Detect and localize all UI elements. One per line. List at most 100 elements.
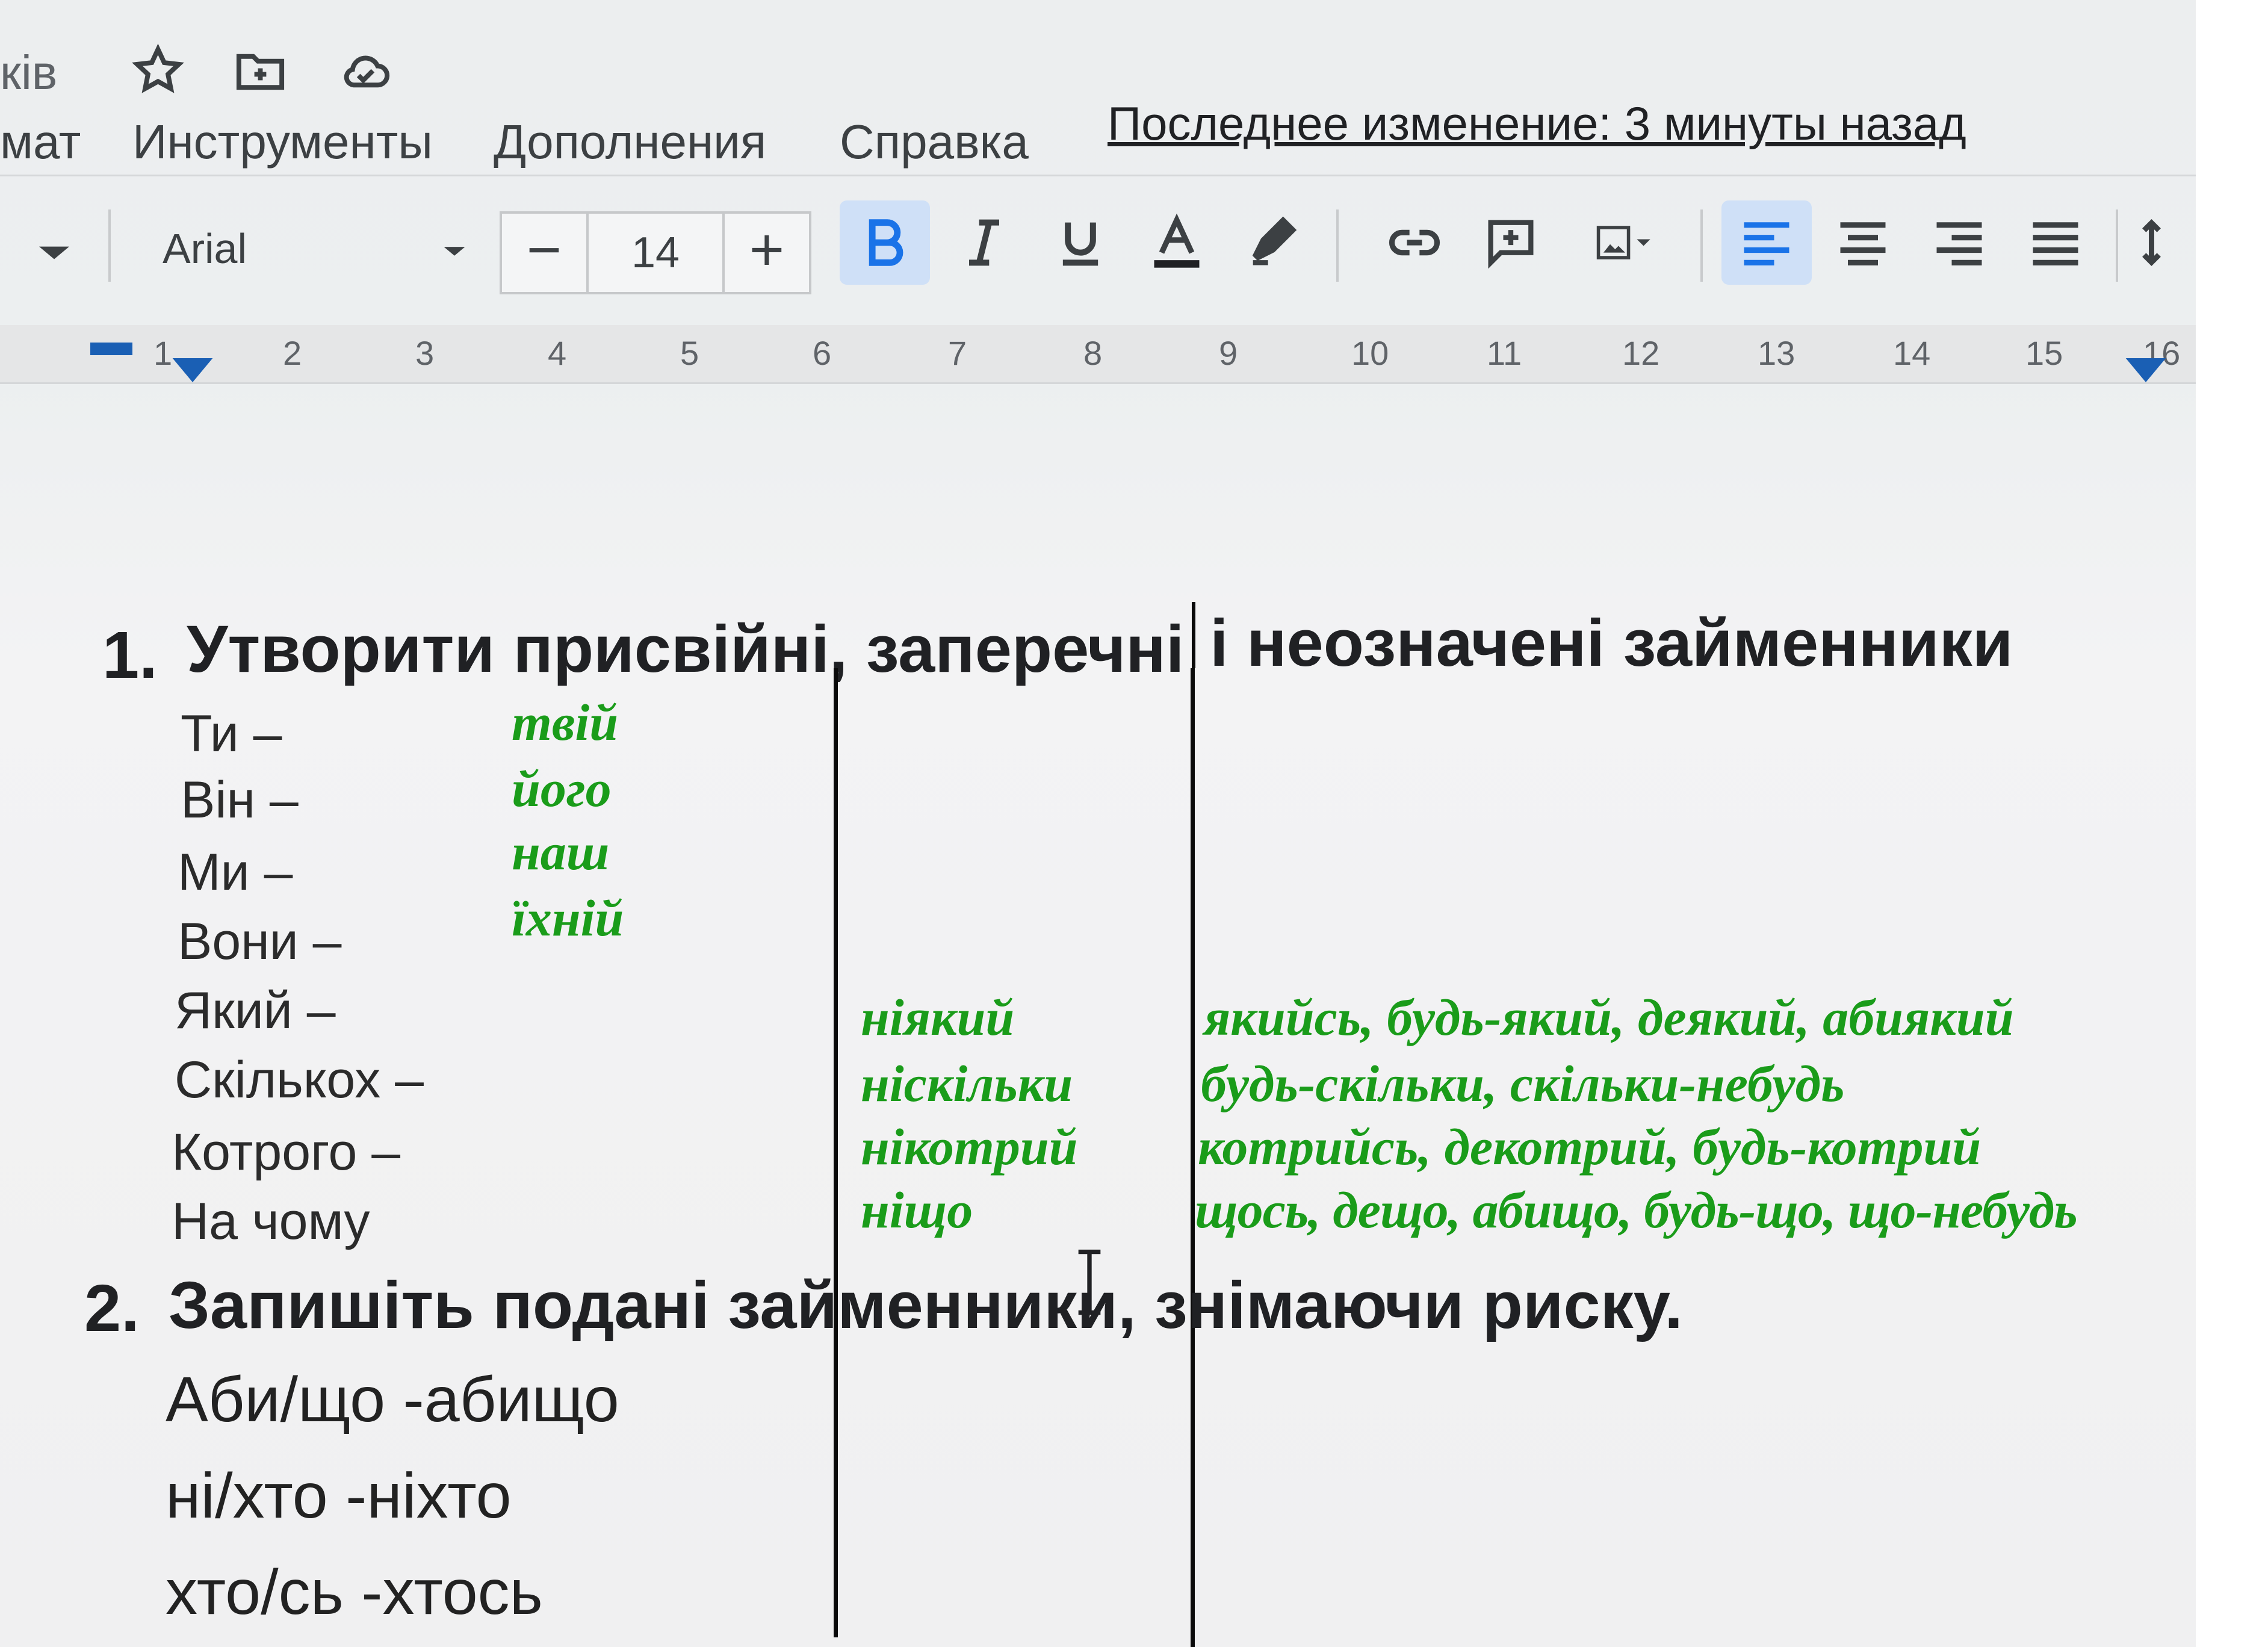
toolbar: Arial − 14 +: [0, 175, 2196, 315]
ruler-number: 3: [415, 334, 435, 372]
ruler-number: 7: [948, 334, 967, 372]
link-icon: [1389, 229, 1440, 256]
indefinite-answer: якийсь, будь-який, деякий, абиякий: [1204, 988, 2014, 1046]
font-size-control: − 14 +: [500, 211, 811, 294]
highlighter-icon: [1252, 216, 1297, 265]
toolbar-separator: [108, 209, 111, 282]
highlight-button[interactable]: [1228, 200, 1318, 285]
ruler-number: 12: [1622, 334, 1660, 372]
negative-answer: нікотрий: [861, 1118, 1078, 1176]
move-to-folder-icon[interactable]: [232, 42, 289, 99]
possessive-answer: твій: [512, 693, 619, 751]
pronoun-label: Він –: [181, 771, 299, 829]
font-name: Arial: [163, 225, 247, 272]
decrease-font-size-button[interactable]: −: [502, 214, 589, 292]
font-select[interactable]: Arial: [138, 219, 476, 279]
align-center-button[interactable]: [1818, 200, 1908, 285]
align-right-button[interactable]: [1914, 200, 2004, 285]
text-caret: [1192, 602, 1195, 668]
insert-image-button[interactable]: [1565, 200, 1685, 285]
pronoun-label: Котрого –: [172, 1123, 401, 1181]
pronoun-label: Ми –: [178, 843, 293, 901]
docs-screen: ків мат Инструменты Дополнения Справка П…: [0, 0, 2196, 1647]
ruler-number: 10: [1351, 334, 1389, 372]
ruler-number: 5: [680, 334, 699, 372]
italic-button[interactable]: [939, 200, 1029, 285]
left-indent-marker-icon[interactable]: [172, 358, 214, 382]
document-title[interactable]: ків: [0, 45, 57, 101]
increase-font-size-button[interactable]: +: [722, 214, 809, 292]
possessive-answer: його: [512, 760, 612, 817]
insert-link-button[interactable]: [1369, 200, 1460, 285]
pronoun-label: На чому: [172, 1193, 370, 1250]
align-right-icon: [1936, 222, 1982, 265]
text-color-icon: [1154, 213, 1200, 268]
image-icon: [1596, 226, 1650, 259]
menu-addons[interactable]: Дополнения: [494, 114, 766, 170]
toolbar-separator: [1700, 209, 1703, 282]
ruler-number: 8: [1083, 334, 1103, 372]
indefinite-answer: котрийсь, декотрий, будь-котрий: [1198, 1118, 1981, 1176]
example-line: Аби/що -абищо: [166, 1364, 619, 1435]
menu-bar: мат Инструменты Дополнения Справка После…: [0, 96, 2196, 169]
document-page[interactable]: 1. Утворити присвійні, заперечні і неозн…: [0, 385, 2196, 1647]
ruler-number: 14: [1893, 334, 1931, 372]
indefinite-answer: щось, дещо, абищо, будь-що, що-небудь: [1195, 1181, 2078, 1239]
possessive-answer: наш: [512, 823, 610, 881]
menu-help[interactable]: Справка: [840, 114, 1029, 170]
example-line: ні/хто -ніхто: [166, 1460, 512, 1531]
bold-button[interactable]: [840, 200, 930, 285]
task1-number: 1.: [102, 618, 158, 692]
ruler-number: 2: [283, 334, 302, 372]
align-left-button[interactable]: [1721, 200, 1812, 285]
chevron-down-icon: [444, 247, 465, 256]
chevron-down-icon: [39, 246, 69, 259]
underline-button[interactable]: [1035, 200, 1126, 285]
ruler-number: 4: [548, 334, 567, 372]
font-size-input[interactable]: 14: [589, 214, 722, 292]
ruler-number: 9: [1219, 334, 1238, 372]
italic-icon: [969, 219, 999, 266]
justify-button[interactable]: [2010, 200, 2101, 285]
example-line: хто/сь -хтось: [166, 1557, 543, 1628]
underline-icon: [1062, 222, 1098, 266]
menu-format[interactable]: мат: [0, 114, 81, 170]
bold-icon: [869, 219, 903, 266]
line-spacing-button[interactable]: [2137, 200, 2196, 285]
ruler-number: 11: [1487, 334, 1522, 372]
pronoun-label: Скількох –: [175, 1051, 424, 1109]
ruler-number: 1: [153, 334, 173, 372]
pronoun-label: Вони –: [178, 913, 342, 970]
negative-answer: ніякий: [861, 988, 1015, 1046]
negative-answer: ніщо: [861, 1181, 973, 1239]
right-indent-marker-icon[interactable]: [2125, 358, 2167, 382]
task1-heading-part1: Утворити присвійні, заперечні: [187, 612, 1185, 686]
ruler[interactable]: 1 2 3 4 5 6 7 8 9 10 11 12 13 14 15 16: [0, 325, 2196, 384]
toolbar-separator: [1336, 209, 1339, 282]
ruler-number: 15: [2025, 334, 2063, 372]
cloud-saved-icon[interactable]: [337, 42, 394, 99]
align-center-icon: [1840, 222, 1886, 265]
last-edit-link[interactable]: Последнее изменение: 3 минуты назад: [1108, 96, 1966, 151]
styles-dropdown[interactable]: [18, 209, 90, 294]
possessive-answer: їхній: [512, 889, 624, 947]
pronoun-label: Який –: [175, 982, 336, 1040]
column-divider-line: [1191, 668, 1195, 1647]
first-line-indent-marker-icon[interactable]: [90, 342, 132, 360]
add-comment-icon: [1488, 220, 1534, 269]
menu-tools[interactable]: Инструменты: [132, 114, 433, 170]
toolbar-separator: [2116, 209, 2118, 282]
pronoun-label: Ти –: [181, 705, 282, 763]
task1-heading-part2: і неозначені займенники: [1210, 606, 2013, 680]
ruler-number: 6: [813, 334, 832, 372]
align-left-icon: [1744, 222, 1789, 265]
task2-heading: Запишіть подані займенники, знімаючи рис…: [169, 1268, 1683, 1342]
line-spacing-icon: [2142, 219, 2161, 267]
ruler-number: 13: [1758, 334, 1796, 372]
task2-number: 2.: [84, 1271, 140, 1345]
indefinite-answer: будь-скільки, скільки-небудь: [1201, 1055, 1845, 1112]
star-icon[interactable]: [129, 42, 187, 99]
text-color-button[interactable]: [1132, 200, 1222, 285]
add-comment-button[interactable]: [1466, 200, 1556, 285]
negative-answer: ніскільки: [861, 1055, 1073, 1112]
